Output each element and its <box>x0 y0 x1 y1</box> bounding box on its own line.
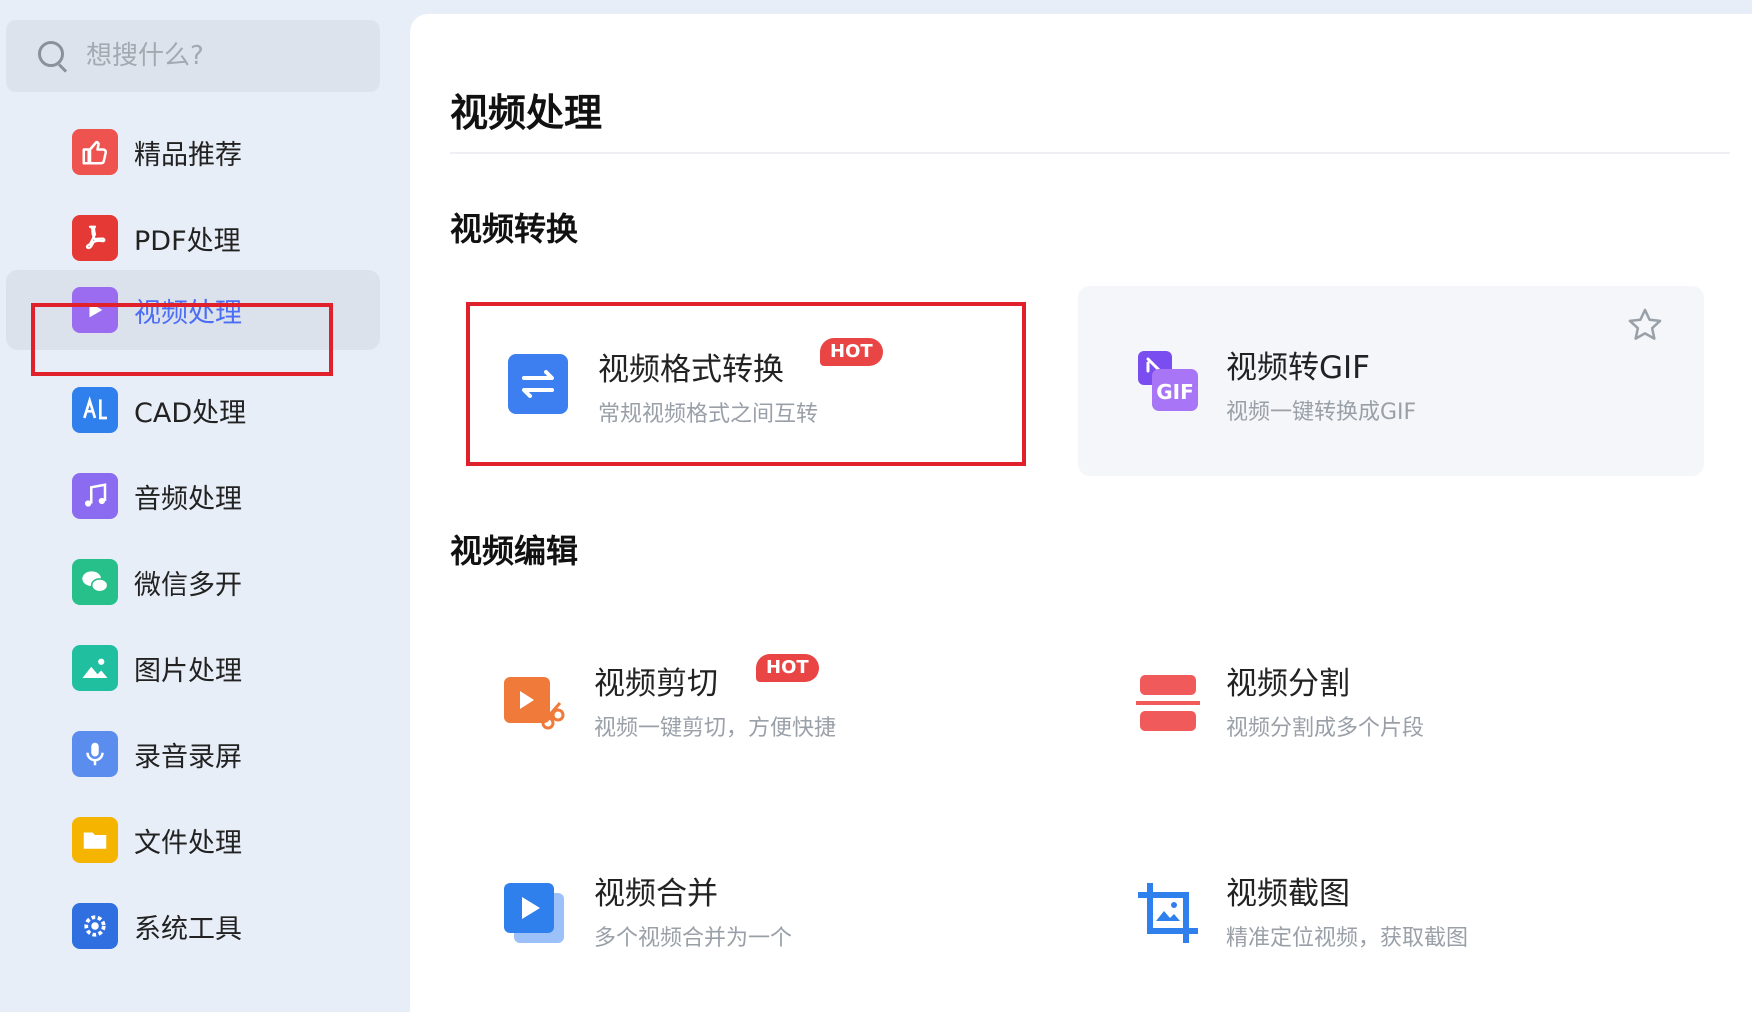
sidebar-item-label: 精品推荐 <box>134 139 242 171</box>
star-icon[interactable] <box>1626 306 1664 344</box>
crop-screenshot-icon <box>1138 883 1198 943</box>
card-title: 视频转GIF <box>1226 350 1370 386</box>
tool-card-video-split[interactable]: 视频分割 视频分割成多个片段 <box>1078 618 1638 788</box>
search-icon <box>36 39 70 73</box>
hot-badge: HOT <box>756 654 819 682</box>
sidebar-item-pdf[interactable]: PDF处理 <box>6 198 380 278</box>
tool-card-video-screenshot[interactable]: 视频截图 精准定位视频，获取截图 <box>1078 828 1638 998</box>
sidebar-item-file[interactable]: 文件处理 <box>6 800 380 880</box>
search-input[interactable] <box>84 40 348 72</box>
tool-card-video-cut[interactable]: 视频剪切 HOT 视频一键剪切，方便快捷 <box>466 618 1026 788</box>
sidebar-item-audio[interactable]: 音频处理 <box>6 456 380 536</box>
card-desc: 视频分割成多个片段 <box>1226 716 1425 741</box>
video-cut-icon <box>504 677 565 730</box>
sidebar-item-label: 音频处理 <box>134 483 242 515</box>
card-title: 视频合并 <box>594 876 718 912</box>
sidebar-item-label: 文件处理 <box>134 827 242 859</box>
card-title: 视频分割 <box>1226 666 1350 702</box>
section-title: 视频编辑 <box>450 532 579 570</box>
pdf-icon <box>72 215 118 261</box>
sidebar-item-label: PDF处理 <box>134 225 241 257</box>
sidebar-item-cad[interactable]: CAD处理 <box>6 370 380 450</box>
card-desc: 精准定位视频，获取截图 <box>1226 926 1469 951</box>
sidebar-item-wechat[interactable]: 微信多开 <box>6 542 380 622</box>
sidebar-item-label: CAD处理 <box>134 397 247 429</box>
sidebar-item-label: 视频处理 <box>134 297 242 329</box>
image-icon <box>72 645 118 691</box>
tool-card-video-format-convert[interactable]: 视频格式转换 HOT 常规视频格式之间互转 <box>466 302 1026 466</box>
card-desc: 常规视频格式之间互转 <box>598 402 819 427</box>
main-panel: 视频处理 视频转换 视频格式转换 HOT 常规视频格式之间互转 GIF 视频转G… <box>410 14 1752 1012</box>
sidebar-item-label: 微信多开 <box>134 569 242 601</box>
split-icon <box>1136 675 1200 731</box>
card-desc: 多个视频合并为一个 <box>594 926 793 951</box>
card-desc: 视频一键剪切，方便快捷 <box>594 716 837 741</box>
sidebar-item-image[interactable]: 图片处理 <box>6 628 380 708</box>
card-title: 视频剪切 <box>594 666 718 702</box>
sidebar-item-label: 系统工具 <box>134 913 242 945</box>
sidebar: 精品推荐 PDF处理 视频处理 CAD处理 音频处理 微信多开 <box>0 0 410 1012</box>
tool-card-video-merge[interactable]: 视频合并 多个视频合并为一个 <box>466 828 1026 998</box>
sidebar-item-system-tools[interactable]: 系统工具 <box>6 886 380 966</box>
divider <box>450 152 1730 154</box>
video-merge-icon <box>504 883 564 943</box>
microphone-icon <box>72 731 118 777</box>
wechat-icon <box>72 559 118 605</box>
music-note-icon <box>72 473 118 519</box>
swap-arrows-icon <box>508 354 568 414</box>
card-title: 视频截图 <box>1226 876 1350 912</box>
card-title: 视频格式转换 <box>598 352 784 388</box>
sidebar-item-video[interactable]: 视频处理 <box>6 270 380 350</box>
folder-icon <box>72 817 118 863</box>
section-title: 视频转换 <box>450 210 579 248</box>
cad-icon <box>72 387 118 433</box>
svg-text:GIF: GIF <box>1156 380 1194 404</box>
card-desc: 视频一键转换成GIF <box>1226 400 1417 425</box>
tool-card-video-to-gif[interactable]: GIF 视频转GIF 视频一键转换成GIF <box>1078 286 1704 476</box>
page-title: 视频处理 <box>450 91 603 135</box>
play-icon <box>72 287 118 333</box>
gif-icon: GIF <box>1138 351 1198 411</box>
hot-badge: HOT <box>820 338 883 366</box>
sidebar-item-label: 图片处理 <box>134 655 242 687</box>
gear-icon <box>72 903 118 949</box>
sidebar-item-recommended[interactable]: 精品推荐 <box>6 112 380 192</box>
thumbs-up-icon <box>72 129 118 175</box>
search-box[interactable] <box>6 20 380 92</box>
sidebar-item-recording[interactable]: 录音录屏 <box>6 714 380 794</box>
sidebar-item-label: 录音录屏 <box>134 741 242 773</box>
